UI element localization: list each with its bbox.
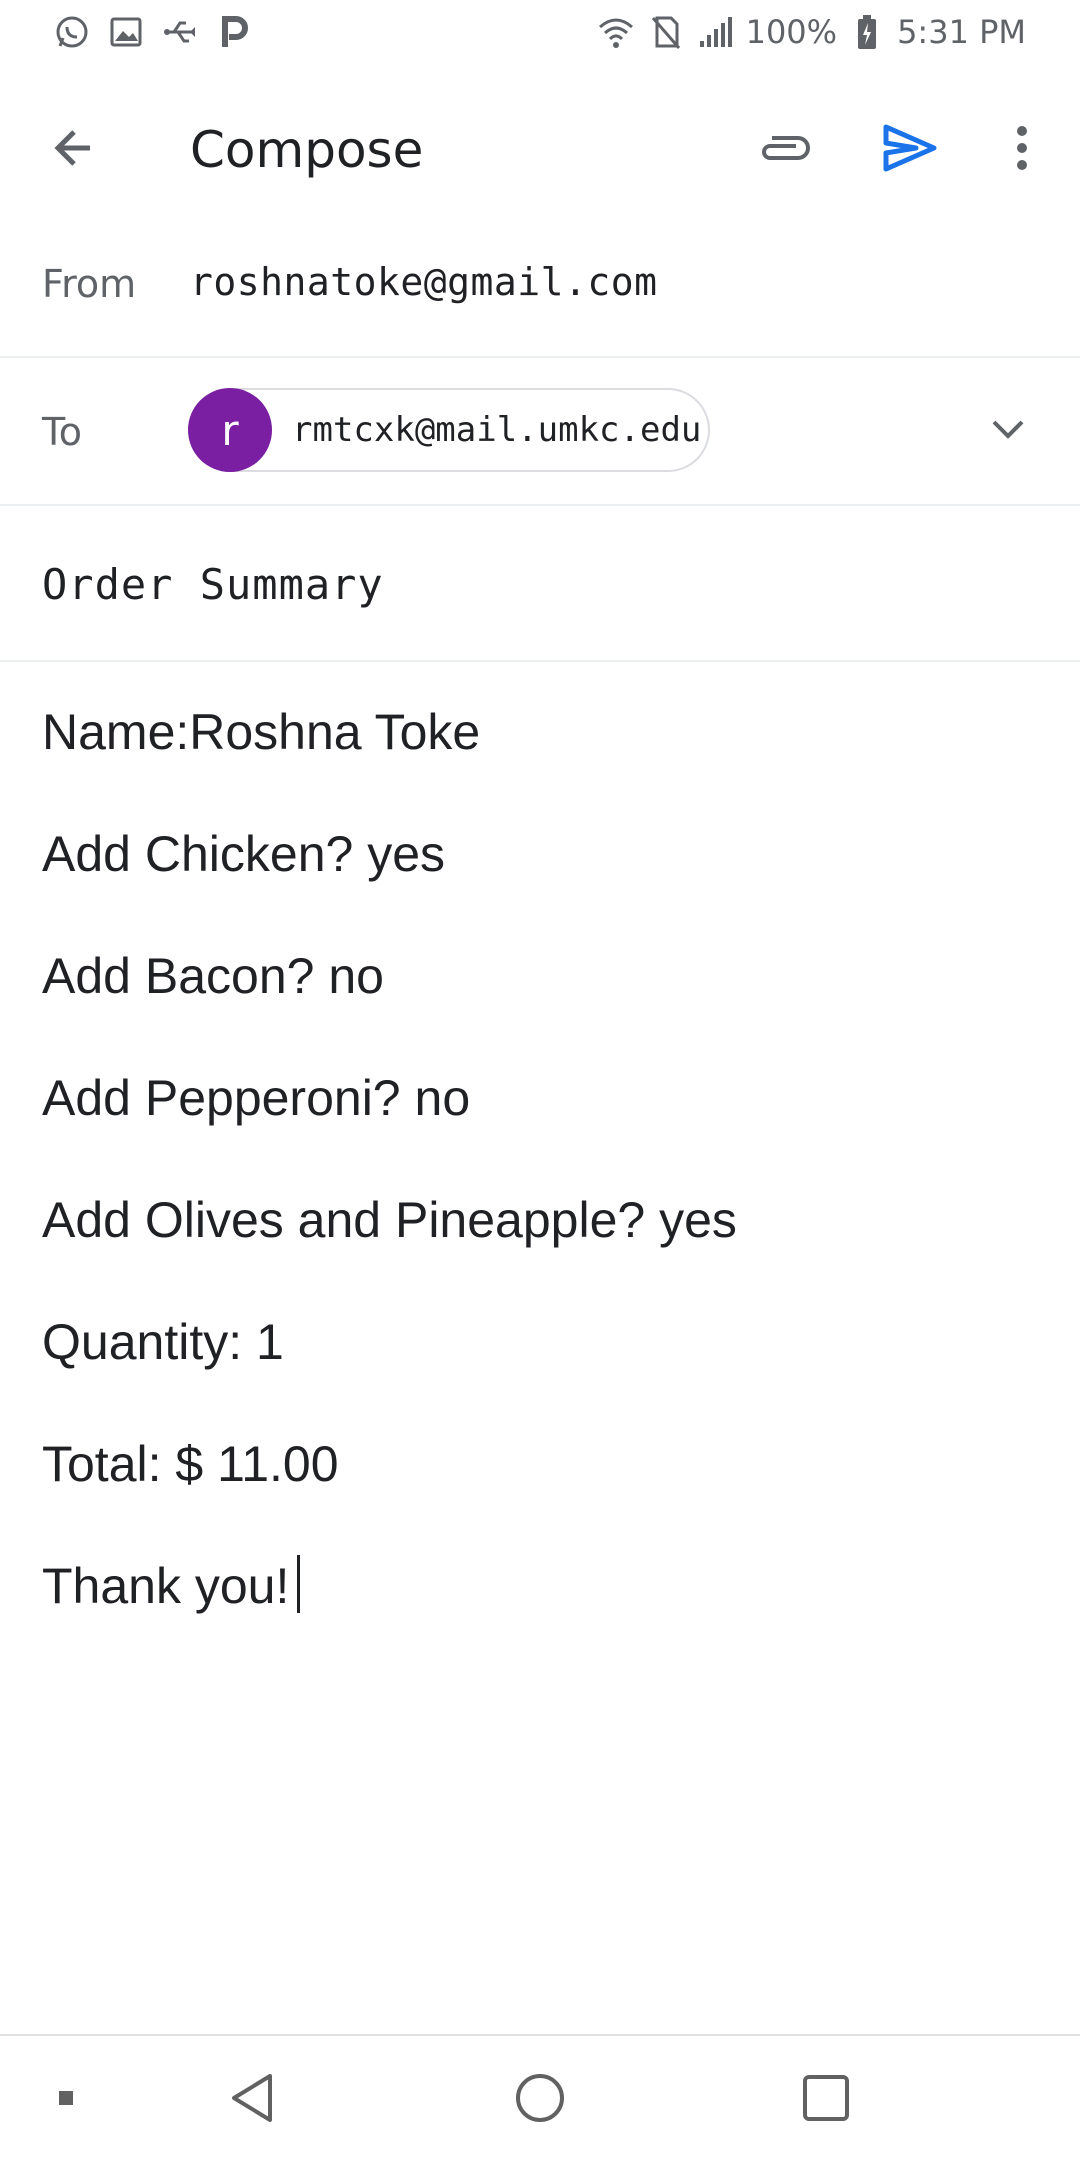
- back-arrow-icon: [54, 130, 90, 166]
- signal-icon: [696, 12, 736, 52]
- body-line: Add Bacon? no: [42, 948, 384, 1004]
- battery-charging-icon: [847, 12, 887, 52]
- subject-row[interactable]: Order Summary: [0, 506, 1080, 662]
- recents-square-icon: [803, 2075, 849, 2121]
- back-button[interactable]: [30, 104, 118, 192]
- app-bar: Compose: [0, 64, 1080, 208]
- clock: 5:31 PM: [897, 13, 1026, 51]
- nav-small-button[interactable]: [30, 2062, 102, 2134]
- recipient-email: rmtcxk@mail.umkc.edu: [292, 410, 702, 450]
- to-row[interactable]: To r rmtcxk@mail.umkc.edu: [0, 358, 1080, 506]
- avatar: r: [188, 388, 272, 472]
- text-cursor: [297, 1555, 301, 1613]
- to-label: To: [42, 410, 83, 454]
- whatsapp-icon: [52, 12, 92, 52]
- status-bar: 100% 5:31 PM: [0, 0, 1080, 64]
- body-line-text: Thank you!: [42, 1558, 290, 1614]
- more-vert-icon: [1017, 126, 1027, 170]
- compose-body[interactable]: Name:Roshna Toke Add Chicken? yes Add Ba…: [42, 700, 1042, 1676]
- battery-percent: 100%: [745, 13, 838, 51]
- image-icon: [106, 12, 146, 52]
- more-options-button[interactable]: [978, 104, 1066, 192]
- small-square-icon: [59, 2091, 73, 2105]
- recipient-chip[interactable]: r rmtcxk@mail.umkc.edu: [188, 388, 710, 472]
- expand-recipients-button[interactable]: [964, 386, 1052, 474]
- wifi-icon: [596, 12, 636, 52]
- page-title: Compose: [190, 121, 424, 179]
- nav-back-button[interactable]: [216, 2062, 288, 2134]
- body-line-last: Thank you!: [42, 1554, 1042, 1676]
- status-right-icons: 100% 5:31 PM: [596, 12, 1026, 52]
- usb-icon: [160, 12, 200, 52]
- attach-icon: [762, 136, 810, 160]
- send-icon: [883, 124, 937, 172]
- nav-home-button[interactable]: [504, 2062, 576, 2134]
- from-address[interactable]: roshnatoke@gmail.com: [190, 260, 658, 304]
- attach-button[interactable]: [740, 104, 828, 192]
- from-row: From roshnatoke@gmail.com: [0, 226, 1080, 358]
- body-line: Total: $ 11.00: [42, 1436, 339, 1492]
- navigation-bar: [0, 2034, 1080, 2160]
- body-line: Add Pepperoni? no: [42, 1070, 471, 1126]
- body-line: Add Chicken? yes: [42, 826, 446, 882]
- send-button[interactable]: [866, 104, 954, 192]
- body-line: Name:Roshna Toke: [42, 704, 481, 760]
- chevron-down-icon: [992, 420, 1024, 439]
- no-sim-icon: [646, 12, 686, 52]
- body-line: Add Olives and Pineapple? yes: [42, 1192, 737, 1248]
- status-left-icons: [52, 12, 254, 52]
- p-app-icon: [214, 12, 254, 52]
- body-line: Quantity: 1: [42, 1314, 284, 1370]
- home-circle-icon: [516, 2074, 564, 2122]
- back-triangle-icon: [232, 2074, 272, 2122]
- from-label: From: [42, 262, 137, 306]
- nav-recents-button[interactable]: [790, 2062, 862, 2134]
- subject-field[interactable]: Order Summary: [42, 560, 384, 609]
